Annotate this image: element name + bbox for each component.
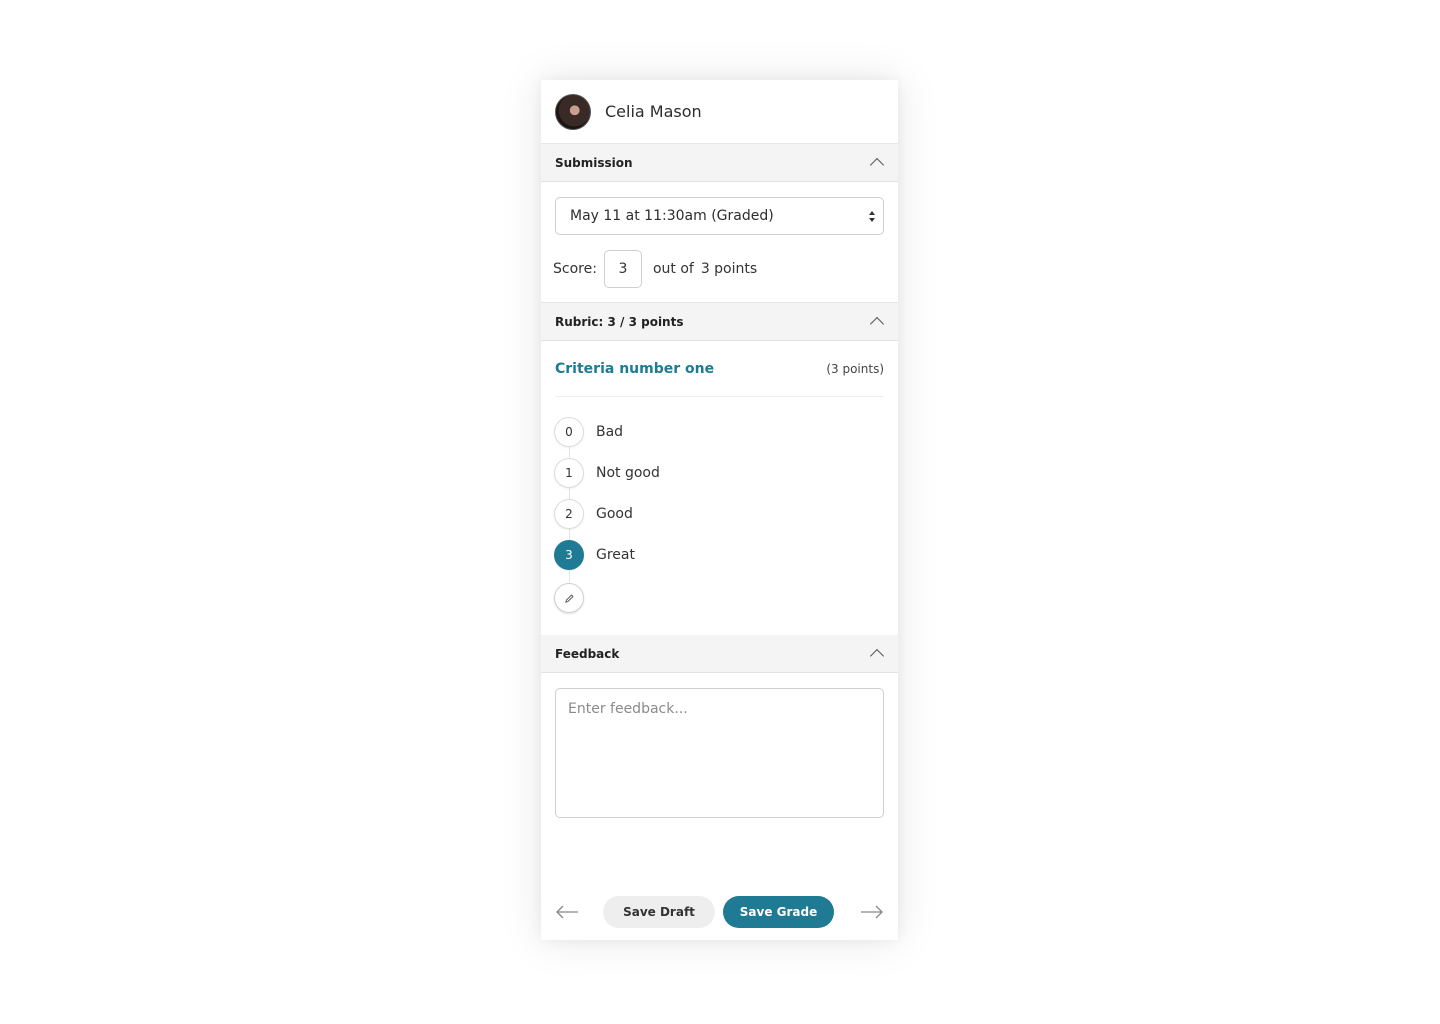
custom-rating-row: [554, 575, 884, 621]
avatar: [555, 93, 591, 130]
rating-label: Not good: [596, 464, 660, 481]
possible-points: 3 points: [700, 261, 758, 277]
rating-value-circle[interactable]: 1: [554, 457, 584, 488]
rating-label: Bad: [596, 423, 624, 440]
criteria-points: (3 points): [826, 361, 884, 376]
rubric-body: Criteria number one (3 points) 0 Bad 1 N…: [541, 341, 898, 635]
score-row: Score: out of 3 points: [553, 250, 884, 288]
rubric-section-header[interactable]: Rubric: 3 / 3 points: [541, 303, 898, 341]
sort-arrows-icon: [869, 210, 875, 222]
rubric-section-title: Rubric: 3 / 3 points: [555, 314, 684, 329]
submission-attempt-value: May 11 at 11:30am (Graded): [570, 208, 774, 224]
score-input[interactable]: [603, 250, 642, 288]
rating-option[interactable]: 1 Not good: [554, 452, 884, 493]
chevron-up-icon[interactable]: [869, 648, 885, 664]
arrow-left-icon[interactable]: [555, 900, 579, 924]
chevron-up-icon[interactable]: [869, 316, 885, 332]
rating-label: Good: [596, 505, 633, 522]
rating-option[interactable]: 0 Bad: [554, 411, 884, 452]
arrow-right-icon[interactable]: [860, 900, 884, 924]
submission-attempt-select[interactable]: May 11 at 11:30am (Graded): [555, 197, 884, 235]
custom-score-button[interactable]: [554, 583, 584, 613]
feedback-body: [541, 673, 898, 837]
rating-value-circle-selected[interactable]: 3: [554, 539, 584, 570]
student-name: Celia Mason: [605, 102, 702, 121]
pencil-icon: [564, 593, 574, 603]
feedback-section-title: Feedback: [555, 646, 620, 661]
grading-panel: Celia Mason Submission May 11 at 11:30am…: [541, 80, 898, 940]
rating-value-circle[interactable]: 2: [554, 498, 584, 529]
rating-list: 0 Bad 1 Not good 2 Good 3 Great: [554, 397, 884, 635]
feedback-input[interactable]: [555, 688, 884, 818]
rating-value-circle[interactable]: 0: [554, 416, 584, 447]
save-draft-button[interactable]: Save Draft: [603, 896, 715, 928]
criteria-name[interactable]: Criteria number one: [555, 361, 714, 377]
submission-section-header[interactable]: Submission: [541, 144, 898, 182]
out-of-label: out of: [652, 261, 694, 277]
criteria-row: Criteria number one (3 points): [555, 341, 884, 397]
feedback-section-header[interactable]: Feedback: [541, 635, 898, 673]
chevron-up-icon[interactable]: [869, 157, 885, 173]
submission-body: May 11 at 11:30am (Graded) Score: out of…: [541, 182, 898, 303]
rating-label: Great: [596, 546, 635, 563]
save-grade-button[interactable]: Save Grade: [723, 896, 834, 928]
submission-section-title: Submission: [555, 155, 633, 170]
rating-option[interactable]: 2 Good: [554, 493, 884, 534]
rating-option-selected[interactable]: 3 Great: [554, 534, 884, 575]
score-label: Score:: [553, 261, 597, 277]
grading-footer: Save Draft Save Grade: [541, 884, 898, 940]
student-header: Celia Mason: [541, 80, 898, 144]
